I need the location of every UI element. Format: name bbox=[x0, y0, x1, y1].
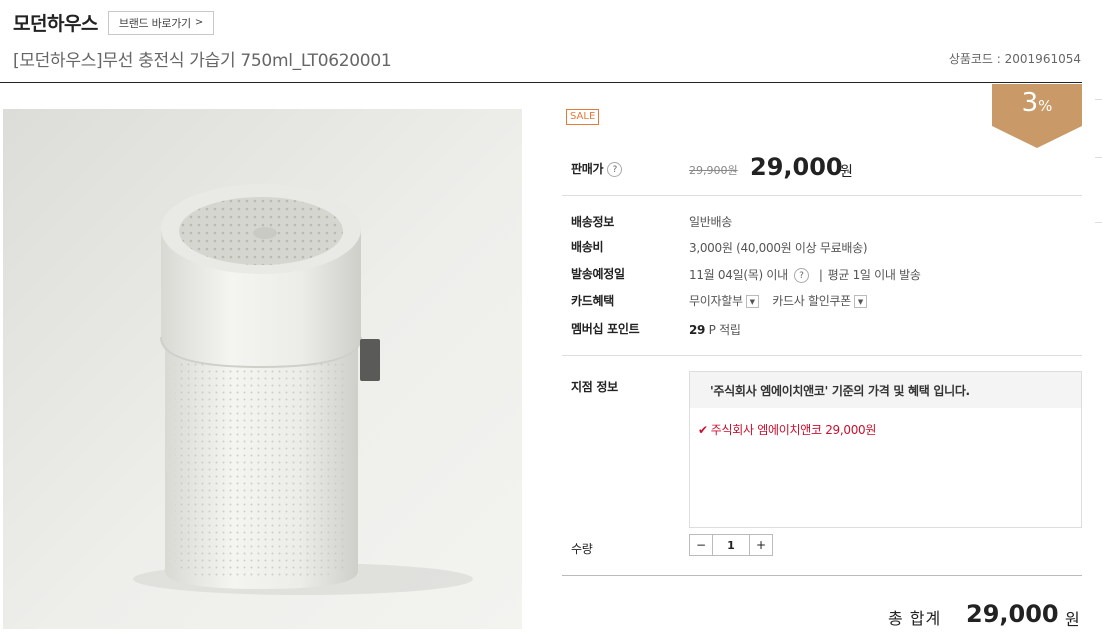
membership-points-label: 멤버십 포인트 bbox=[571, 322, 640, 336]
product-image[interactable] bbox=[3, 109, 522, 629]
help-icon[interactable]: ? bbox=[607, 162, 623, 177]
total-unit: 원 bbox=[1065, 610, 1080, 629]
sale-price: 29,000 bbox=[750, 153, 843, 181]
shipping-fee-value: 3,000원 (40,000원 이상 무료배송) bbox=[689, 241, 868, 255]
ship-date-value: 11월 04일(목) 이내? | 평균 1일 이내 발송 bbox=[689, 266, 921, 283]
sale-badge: SALE bbox=[566, 109, 600, 125]
brand-shortcut-button[interactable]: 브랜드 바로가기 > bbox=[107, 10, 214, 35]
branch-info-header: '주식회사 엠에이치앤코' 기준의 가격 및 혜택 입니다. bbox=[690, 372, 1081, 408]
brand-name: 모던하우스 bbox=[13, 13, 98, 35]
branch-info-label: 지점 정보 bbox=[571, 380, 618, 394]
quantity-stepper: − 1 + bbox=[689, 534, 773, 556]
dropdown-icon[interactable]: ▼ bbox=[853, 295, 867, 308]
card-benefit-label: 카드혜택 bbox=[571, 294, 614, 308]
quantity-increase-button[interactable]: + bbox=[750, 535, 772, 555]
card-installment-option[interactable]: 무이자할부 ▼ bbox=[689, 294, 759, 308]
points-number: 29 bbox=[689, 323, 706, 337]
shipping-label: 배송정보 bbox=[571, 215, 614, 229]
discount-number: 3 bbox=[1021, 88, 1039, 118]
section-divider bbox=[562, 575, 1082, 576]
product-title: [모던하우스]무선 충전식 가습기 750ml_LT0620001 bbox=[13, 51, 392, 71]
quantity-label: 수량 bbox=[571, 542, 593, 556]
points-suffix: P 적립 bbox=[708, 323, 741, 337]
total-label: 총 합계 bbox=[888, 609, 942, 628]
section-divider bbox=[562, 355, 1082, 356]
price-label-text: 판매가 bbox=[571, 162, 604, 176]
header-divider bbox=[0, 82, 1082, 83]
separator: | bbox=[818, 268, 823, 282]
price-label: 판매가? bbox=[571, 160, 623, 177]
help-icon[interactable]: ? bbox=[793, 268, 809, 283]
edge-divider bbox=[1095, 99, 1102, 100]
total-price: 29,000 bbox=[966, 600, 1059, 628]
membership-points-value: 29 P 적립 bbox=[689, 321, 741, 338]
section-divider bbox=[562, 195, 1082, 196]
branch-item[interactable]: ✔ 주식회사 엠에이치앤코 29,000원 bbox=[690, 408, 1081, 438]
product-code: 상품코드 : 2001961054 bbox=[948, 52, 1081, 66]
brand-header: 모던하우스 브랜드 바로가기 > bbox=[13, 9, 214, 36]
quantity-decrease-button[interactable]: − bbox=[690, 535, 712, 555]
branch-info-box: '주식회사 엠에이치앤코' 기준의 가격 및 혜택 입니다. ✔ 주식회사 엠에이… bbox=[689, 371, 1082, 528]
dropdown-icon[interactable]: ▼ bbox=[745, 295, 759, 308]
card-benefit-options: 무이자할부 ▼ 카드사 할인쿠폰 ▼ bbox=[689, 292, 867, 309]
discount-unit: % bbox=[1038, 97, 1053, 115]
chevron-right-icon: > bbox=[194, 17, 203, 28]
ship-date-label: 발송예정일 bbox=[571, 267, 625, 281]
quantity-input[interactable]: 1 bbox=[712, 535, 750, 555]
card-installment-label: 무이자할부 bbox=[689, 294, 743, 308]
ship-date-average: 평균 1일 이내 발송 bbox=[827, 268, 921, 282]
discount-badge: 3% bbox=[992, 84, 1082, 148]
branch-item-text: 주식회사 엠에이치앤코 29,000원 bbox=[710, 423, 877, 437]
price-unit: 원 bbox=[840, 164, 853, 180]
shipping-value: 일반배송 bbox=[689, 215, 732, 229]
check-icon: ✔ bbox=[698, 423, 708, 437]
ship-date-text: 11월 04일(목) 이내 bbox=[689, 268, 788, 282]
original-price: 29,900원 bbox=[689, 164, 738, 177]
card-coupon-option[interactable]: 카드사 할인쿠폰 ▼ bbox=[772, 294, 867, 308]
edge-divider bbox=[1095, 222, 1102, 223]
edge-divider bbox=[1095, 157, 1102, 158]
brand-shortcut-label: 브랜드 바로가기 bbox=[118, 16, 191, 30]
card-coupon-label: 카드사 할인쿠폰 bbox=[772, 294, 851, 308]
shipping-fee-label: 배송비 bbox=[571, 240, 604, 254]
